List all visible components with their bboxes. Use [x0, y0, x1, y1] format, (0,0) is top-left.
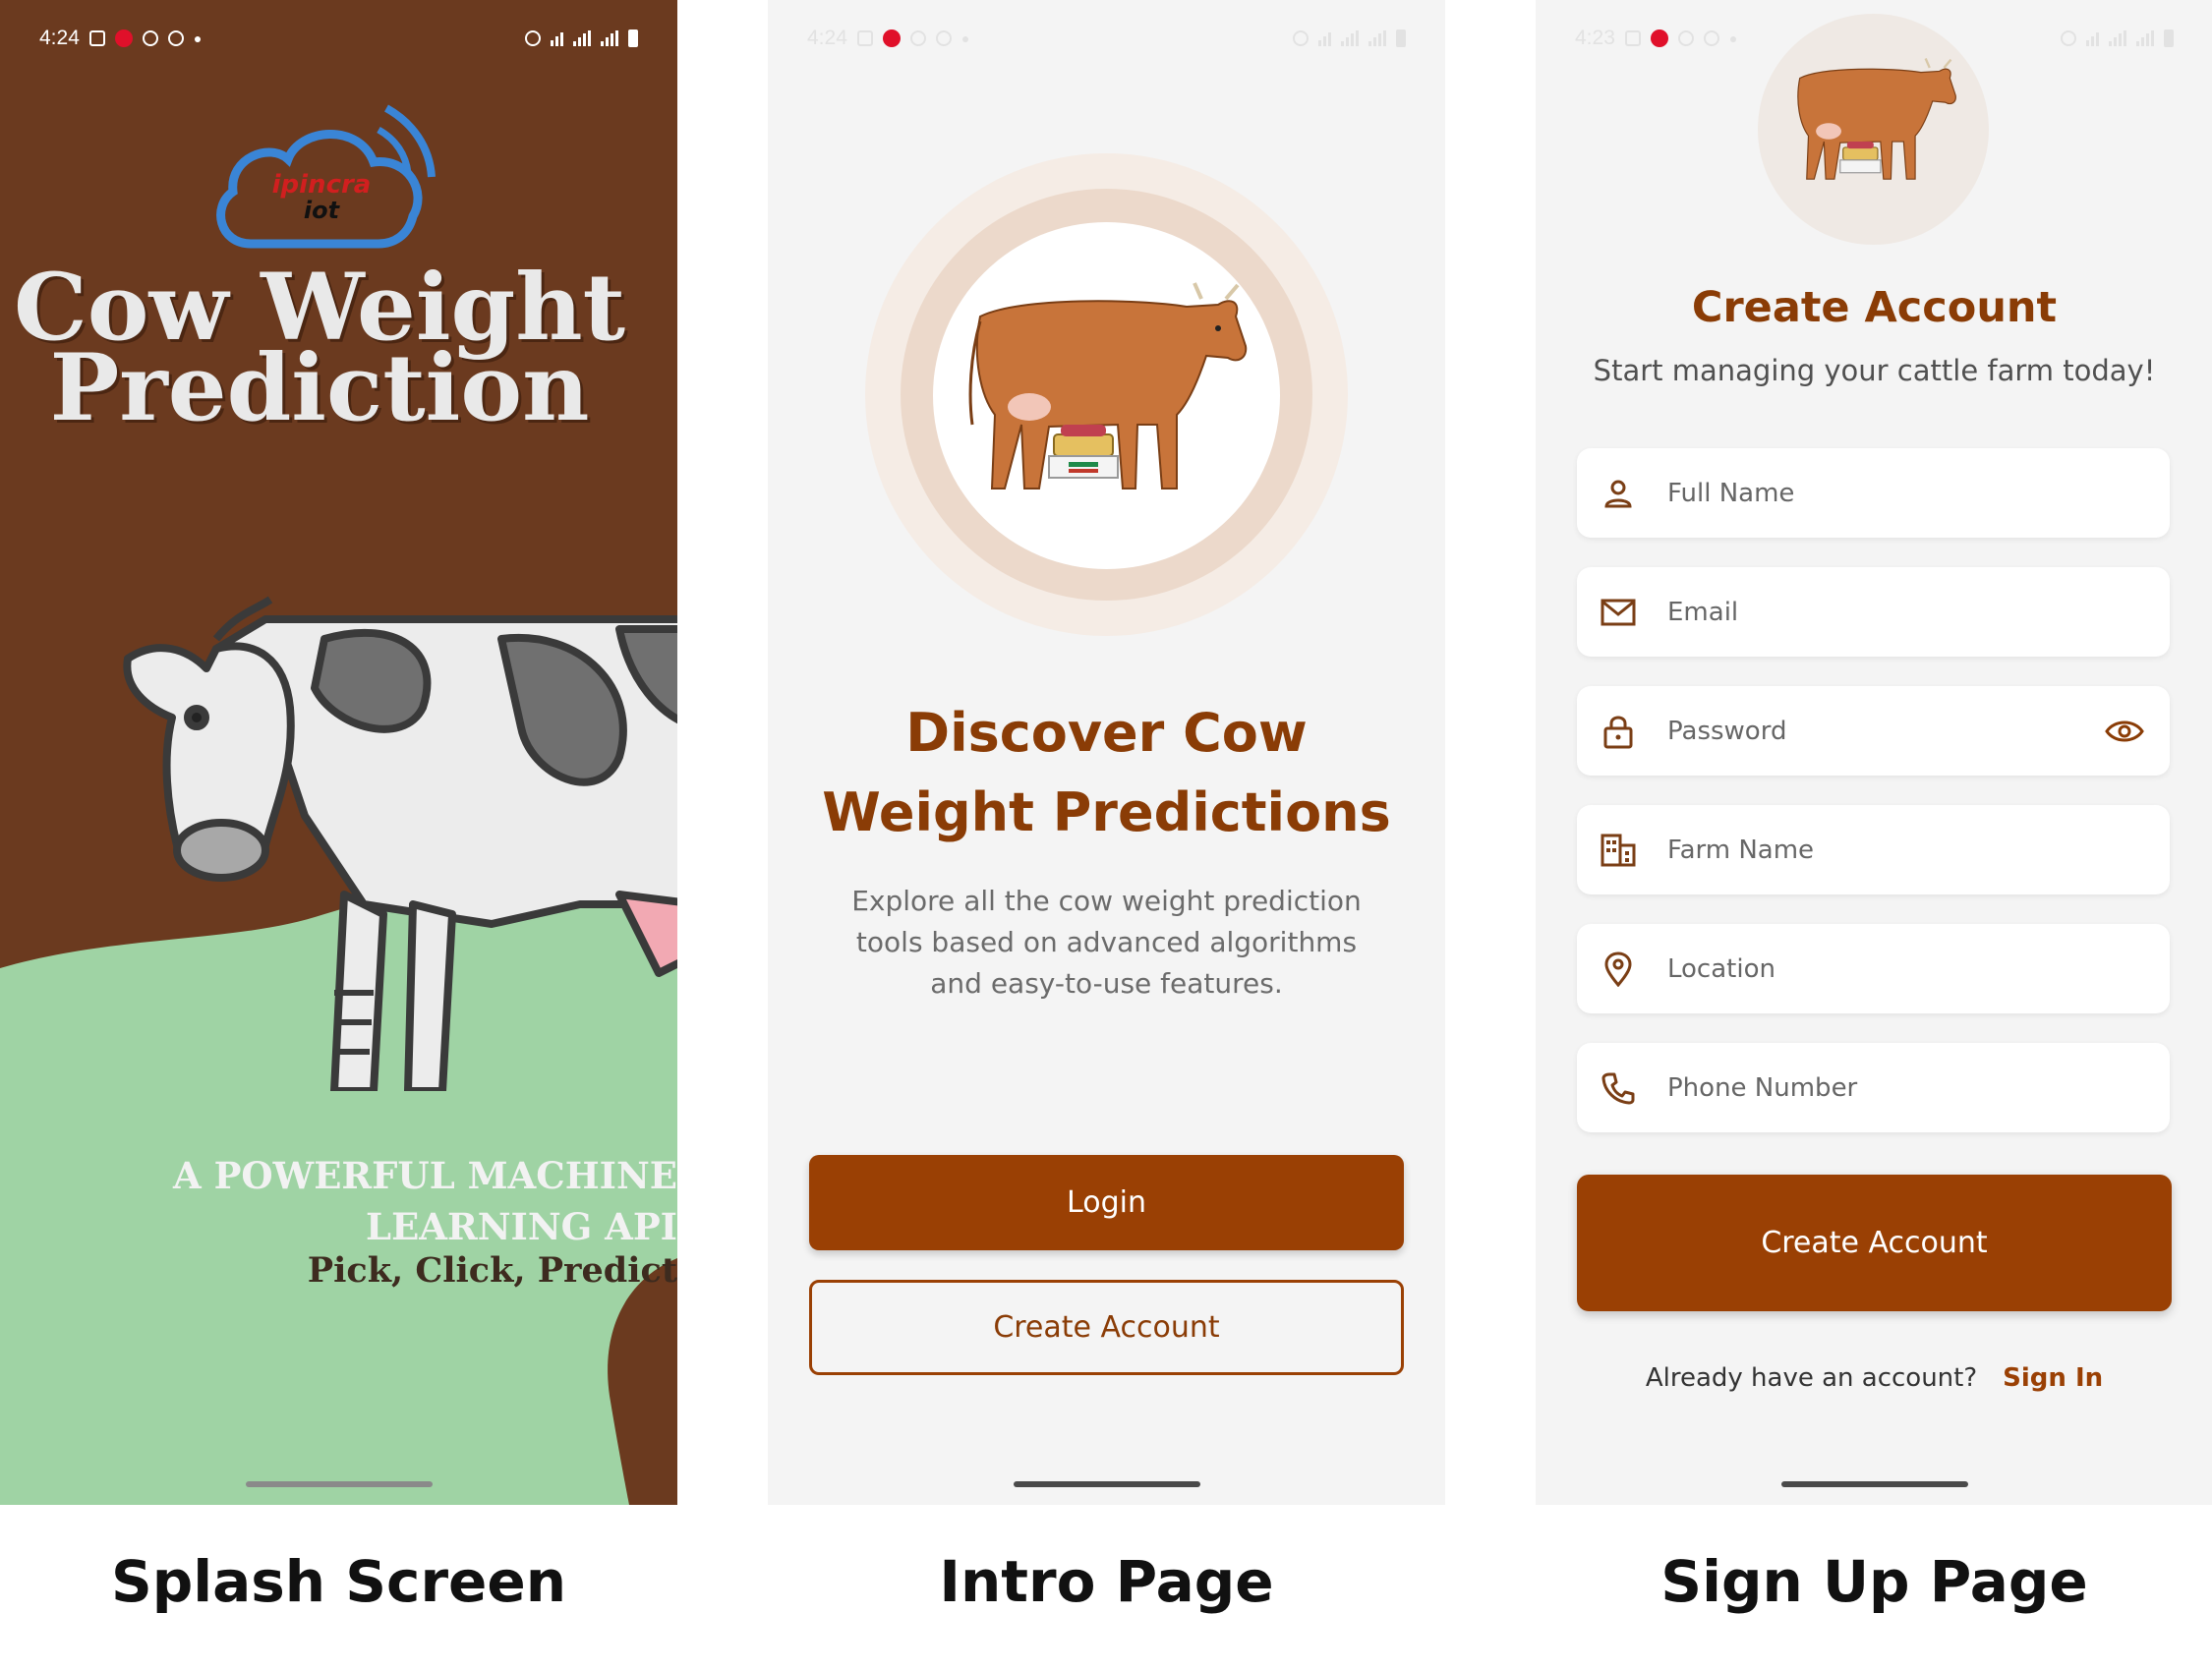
email-input[interactable] — [1667, 582, 2170, 642]
password-input[interactable] — [1667, 701, 2105, 761]
status-bar: 4:24 ● — [768, 0, 1445, 77]
intro-title: Discover Cow Weight Predictions — [822, 702, 1391, 843]
location-field[interactable] — [1577, 924, 2170, 1013]
login-button[interactable]: Login — [809, 1155, 1404, 1250]
wifi-icon — [1318, 30, 1331, 46]
person-icon — [1599, 474, 1638, 513]
lock-icon — [1599, 712, 1638, 751]
alarm-icon — [2061, 30, 2076, 46]
settings-icon — [935, 30, 952, 46]
phone-icon — [1599, 1068, 1638, 1108]
status-time: 4:23 — [1575, 27, 1615, 49]
create-account-button[interactable]: Create Account — [809, 1280, 1404, 1375]
already-have-account-text: Already have an account? — [1645, 1363, 1978, 1393]
more-dot-icon: ● — [960, 30, 970, 46]
create-account-button[interactable]: Create Account — [1577, 1175, 2172, 1311]
teams-icon — [856, 30, 873, 46]
home-indicator[interactable] — [1780, 1481, 1968, 1487]
email-field[interactable] — [1577, 567, 2170, 657]
logo-subtext: iot — [304, 197, 341, 224]
alarm-icon — [1293, 30, 1309, 46]
home-indicator[interactable] — [1013, 1481, 1200, 1487]
caption-intro: Intro Page — [939, 1548, 1274, 1615]
farm-name-input[interactable] — [1667, 820, 2170, 880]
cow-on-scale-illustration — [968, 282, 1248, 490]
full-name-field[interactable] — [1577, 448, 2170, 538]
tagline: A POWERFUL MACHINE LEARNING API — [166, 1150, 677, 1252]
signal-icon — [2136, 30, 2154, 46]
status-time: 4:24 — [807, 27, 847, 49]
phone-number-input[interactable] — [1667, 1058, 2170, 1118]
sign-in-prompt: Already have an account? Sign In — [1536, 1363, 2212, 1393]
intro-page: 4:24 ● Discover Cow Weight Predictions E… — [768, 0, 1445, 1505]
logo-text: ipincra — [272, 170, 372, 200]
status-bar: 4:23 ● — [1536, 0, 2212, 77]
cartoon-cow-illustration — [123, 596, 677, 1091]
battery-icon — [2164, 29, 2174, 47]
sync-icon — [909, 30, 926, 46]
signal-icon — [1368, 30, 1386, 46]
settings-icon — [1703, 30, 1719, 46]
intro-description: Explore all the cow weight prediction to… — [851, 885, 1362, 1000]
tagline-line-2: LEARNING API — [366, 1205, 677, 1248]
wifi-icon — [2086, 30, 2099, 46]
more-dot-icon: ● — [1728, 30, 1738, 46]
signal-icon — [1341, 30, 1359, 46]
location-input[interactable] — [1667, 939, 2170, 999]
mail-icon — [1599, 593, 1638, 632]
app-title-line-2: Prediction — [49, 334, 590, 442]
location-pin-icon — [1599, 950, 1638, 989]
eye-icon[interactable] — [2105, 717, 2148, 746]
caption-splash: Splash Screen — [110, 1548, 567, 1615]
signal-icon — [2109, 30, 2126, 46]
home-indicator[interactable] — [245, 1481, 433, 1487]
ipincra-iot-logo: ipincra iot — [216, 104, 436, 249]
full-name-input[interactable] — [1667, 463, 2170, 523]
phone-number-field[interactable] — [1577, 1043, 2170, 1132]
splash-screen: 4:24 ● ipincra iot Cow Weight Prediction — [0, 0, 677, 1505]
page-title: Create Account — [1691, 283, 2058, 332]
building-icon — [1599, 831, 1638, 870]
app-notification-icon — [882, 29, 901, 47]
tagline-slogan: Pick, Click, Predict — [307, 1250, 677, 1291]
sign-up-page: 4:23 ● Create Account Start managing you… — [1536, 0, 2212, 1505]
sign-in-link[interactable]: Sign In — [2003, 1363, 2103, 1393]
tagline-line-1: A POWERFUL MACHINE — [173, 1154, 677, 1197]
caption-signup: Sign Up Page — [1660, 1548, 2088, 1615]
farm-name-field[interactable] — [1577, 805, 2170, 894]
sync-icon — [1677, 30, 1694, 46]
battery-icon — [1396, 29, 1406, 47]
teams-icon — [1624, 30, 1641, 46]
password-field[interactable] — [1577, 686, 2170, 776]
app-title: Cow Weight Prediction — [0, 261, 639, 442]
app-notification-icon — [1650, 29, 1668, 47]
page-subtitle: Start managing your cattle farm today! — [1593, 354, 2156, 387]
